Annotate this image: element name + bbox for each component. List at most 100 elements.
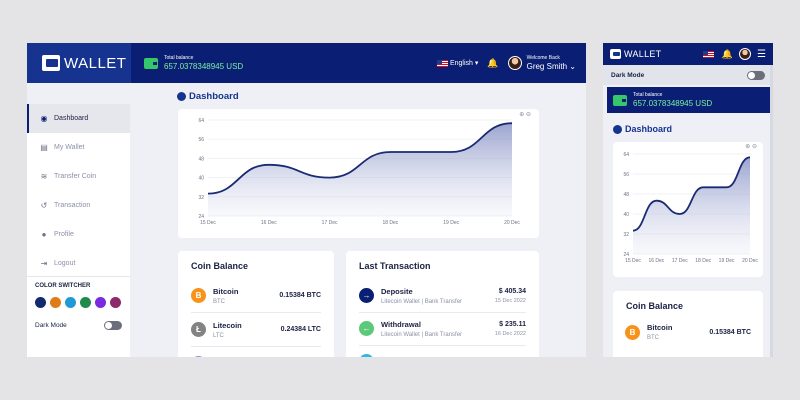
color-swatch[interactable] [35, 297, 46, 308]
transaction-date: 15 Dec 2022 [494, 297, 526, 304]
mobile-total-balance: Total balance 657.0378348945 USD [607, 87, 773, 113]
coin-balance-title: Coin Balance [626, 301, 684, 311]
bell-icon[interactable]: 🔔 [487, 58, 498, 69]
sidebar-item-dashboard[interactable]: ◉ Dashboard [27, 104, 130, 133]
desktop-view: WALLET Total balance 657.0378348945 USD … [27, 43, 586, 357]
coin-amount: 0.15384 BTC [279, 292, 321, 299]
sidebar: ◉ Dashboard ▤ My Wallet ≋ Transfer Coin ↺ Trans… [27, 104, 130, 357]
wallet-logo-icon [42, 55, 60, 71]
list-item[interactable]: Ethereum [191, 347, 321, 357]
x-tick-label: 18 Dec [382, 220, 398, 226]
sidebar-item-profile[interactable]: ● Profile [27, 220, 130, 249]
ethereum-icon [191, 356, 206, 357]
color-swatch[interactable] [65, 297, 76, 308]
transaction-row[interactable]: ← Withdrawal Litecoin Wallet | Bank Transf… [359, 312, 526, 346]
x-tick-label: 17 Dec [322, 220, 338, 226]
bell-icon[interactable]: 🔔 [722, 49, 733, 60]
list-item[interactable]: Ł Litecoin LTC 0.24384 LTC [191, 313, 321, 347]
mobile-balance-chart: 24324048566415 Dec 16 Dec 17 Dec 18 Dec 19 D… [623, 152, 758, 264]
sidebar-item-logout[interactable]: ⇥ Logout [27, 249, 130, 278]
sidebar-item-transfer-coin[interactable]: ≋ Transfer Coin [27, 162, 130, 191]
zoom-controls[interactable]: ⊕ ⊖ [745, 143, 757, 150]
x-tick-label: 18 Dec [695, 258, 711, 264]
x-tick-label: 15 Dec [200, 220, 216, 226]
zoom-controls[interactable]: ⊕ ⊖ [519, 111, 531, 118]
y-tick-label: 32 [198, 195, 204, 201]
transaction-icon: → [359, 288, 374, 303]
mobile-top-bar: WALLET 🔔 ☰ [603, 43, 773, 65]
mobile-view: WALLET 🔔 ☰ Dark Mode Total balance 657.0… [603, 43, 773, 357]
sidebar-item-label: Transaction [54, 202, 91, 209]
mobile-page-title: Dashboard [613, 124, 672, 134]
scrollbar[interactable] [770, 65, 773, 357]
transaction-sub: Litecoin Wallet | Bank Transfer [381, 331, 463, 338]
chart-area [633, 157, 750, 254]
transaction-row[interactable]: ⇄ BTC to Litecoin $ 567.09 [359, 345, 526, 357]
bitcoin-icon: B [625, 324, 640, 340]
user-menu[interactable]: Welcome Back Greg Smith ⌄ [527, 55, 576, 71]
x-tick-label: 19 Dec [719, 258, 735, 264]
color-switcher-title: COLOR SWITCHER [35, 283, 91, 289]
balance-label: Total balance [633, 92, 663, 98]
top-bar: WALLET Total balance 657.0378348945 USD … [27, 43, 586, 83]
transaction-sub: Litecoin Wallet | Bank Transfer [381, 298, 463, 305]
coin-amount: 0.24384 LTC [280, 326, 321, 333]
color-switcher: COLOR SWITCHER Dark Mode [27, 276, 130, 336]
x-tick-label: 16 Dec [261, 220, 277, 226]
chart-area [208, 123, 512, 216]
app-name: WALLET [64, 54, 127, 72]
y-tick-label: 56 [623, 172, 629, 178]
y-tick-label: 64 [623, 152, 629, 158]
y-tick-label: 32 [623, 232, 629, 238]
x-tick-label: 20 Dec [742, 258, 758, 264]
language-select[interactable]: English ▾ [450, 59, 478, 67]
x-tick-label: 16 Dec [648, 258, 664, 264]
bitcoin-icon: B [191, 288, 206, 303]
coin-name: Litecoin [213, 320, 242, 330]
us-flag-icon[interactable] [702, 50, 714, 58]
user-name: Greg Smith ⌄ [526, 62, 576, 71]
sidebar-item-transaction[interactable]: ↺ Transaction [27, 191, 130, 220]
sidebar-item-label: Profile [54, 231, 74, 238]
last-transaction-title: Last Transaction [359, 261, 431, 271]
transaction-title: BTC to Litecoin [381, 356, 436, 358]
transaction-title: Deposite [381, 286, 413, 296]
transaction-icon: ← [359, 321, 374, 336]
color-swatch[interactable] [95, 297, 106, 308]
wallet-icon [613, 94, 627, 106]
user-icon: ● [41, 230, 47, 239]
sidebar-item-label: My Wallet [54, 144, 85, 151]
color-swatch[interactable] [50, 297, 61, 308]
y-tick-label: 40 [198, 176, 204, 182]
wallet-logo-icon [610, 49, 621, 59]
x-tick-label: 17 Dec [672, 258, 688, 264]
us-flag-icon [436, 59, 448, 67]
wallet-icon: ▤ [40, 143, 48, 152]
brand-logo[interactable]: WALLET [27, 43, 131, 83]
list-item[interactable]: B Bitcoin BTC 0.15384 BTC [625, 315, 751, 349]
mobile-dark-mode-row: Dark Mode [603, 65, 773, 85]
coin-name: Bitcoin [647, 323, 673, 332]
color-swatch[interactable] [80, 297, 91, 308]
dashboard-icon [177, 92, 186, 101]
last-transaction-card: Last Transaction → Deposite Litecoin Walle… [346, 251, 539, 357]
dark-mode-toggle[interactable] [104, 321, 122, 330]
sidebar-item-my-wallet[interactable]: ▤ My Wallet [27, 133, 130, 162]
coin-balance-card: Coin Balance B Bitcoin BTC 0.15384 BTC Ł Lite… [178, 251, 334, 357]
total-balance: Total balance 657.0378348945 USD [144, 55, 243, 71]
wallet-icon [144, 57, 158, 69]
transaction-row[interactable]: → Deposite Litecoin Wallet | Bank Transfer… [359, 279, 526, 313]
dark-mode-toggle[interactable] [747, 70, 765, 80]
color-swatch[interactable] [110, 297, 121, 308]
mobile-brand-logo[interactable]: WALLET [610, 49, 661, 59]
sidebar-item-label: Logout [54, 260, 76, 267]
mobile-chart-card: ⊕ ⊖ 24 32 40 48 56 64 15 Dec 16 Dec 17 Dec 18 Dec… [613, 142, 763, 277]
coin-amount: 0.15384 BTC [709, 328, 751, 336]
transaction-amount: $ 235.11 [499, 320, 526, 328]
avatar[interactable] [739, 48, 752, 60]
transaction-title: Withdrawal [381, 319, 421, 329]
avatar[interactable] [507, 56, 522, 70]
list-item[interactable]: B Bitcoin BTC 0.15384 BTC [191, 279, 321, 313]
menu-icon[interactable]: ☰ [757, 49, 766, 60]
transaction-amount: $ 567.09 [499, 357, 526, 358]
